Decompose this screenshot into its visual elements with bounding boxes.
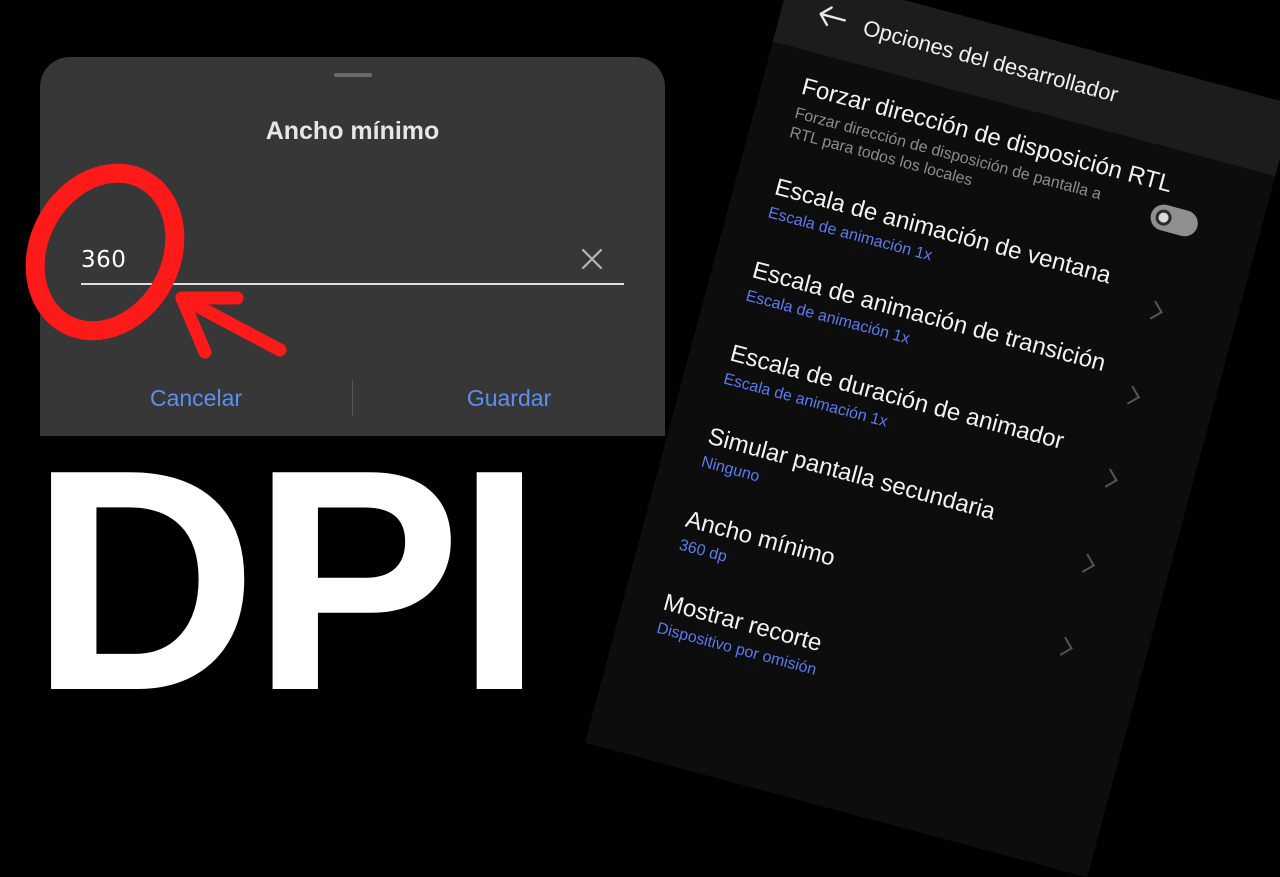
min-width-input-value[interactable]: 360 — [81, 247, 126, 273]
dpi-overlay-title: DPI — [30, 404, 543, 756]
min-width-dialog: Ancho mínimo 360 Cancelar Guardar — [40, 57, 665, 436]
clear-icon[interactable] — [578, 245, 606, 273]
toggle-knob — [1153, 207, 1174, 228]
developer-options-screen: Opciones del desarrollador Forzar direcc… — [584, 0, 1280, 877]
screen-title: Opciones del desarrollador — [860, 14, 1121, 108]
back-arrow-icon[interactable] — [815, 2, 850, 31]
dialog-title: Ancho mínimo — [265, 117, 440, 145]
drag-handle[interactable] — [334, 73, 372, 77]
min-width-input[interactable]: 360 — [81, 237, 624, 285]
